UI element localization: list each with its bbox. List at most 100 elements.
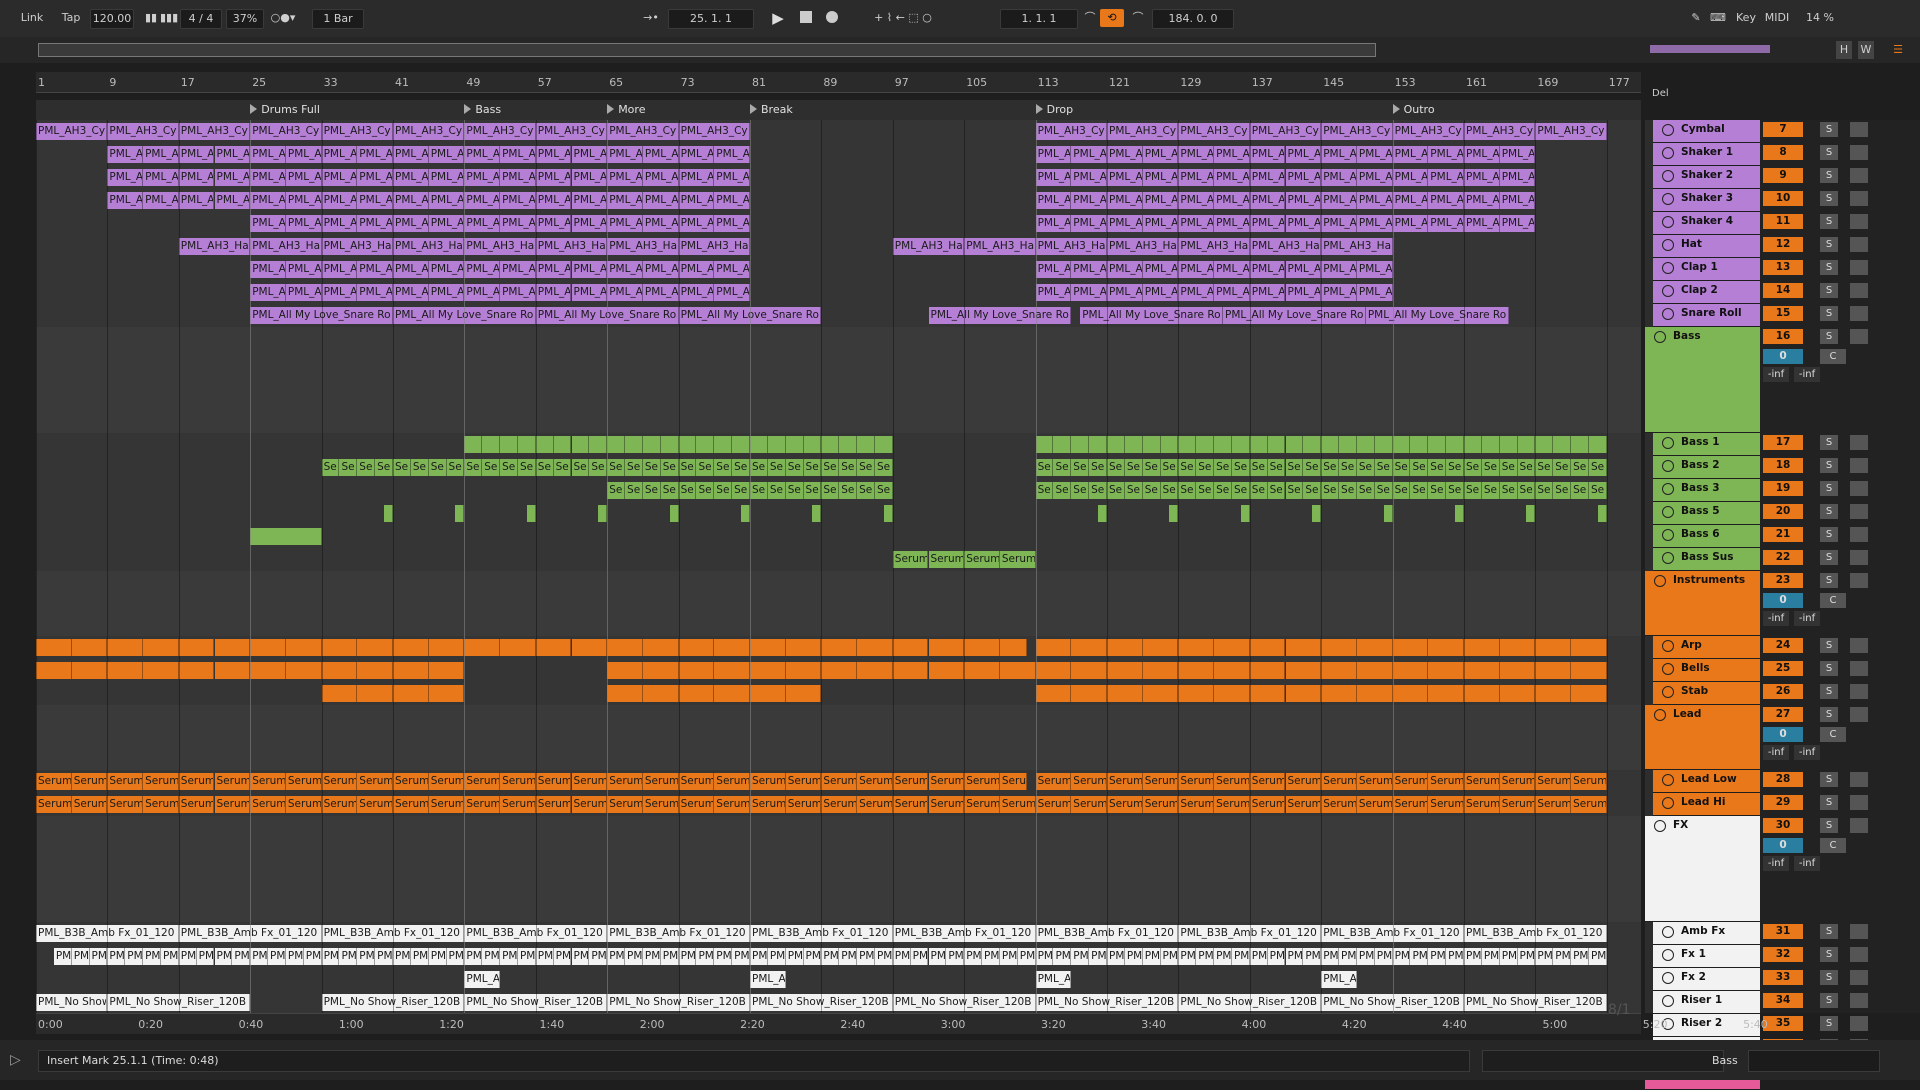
record-button[interactable] bbox=[822, 9, 842, 27]
clip[interactable]: PML_A bbox=[1285, 146, 1322, 163]
clip[interactable]: PML_AH3_Cy bbox=[464, 123, 536, 140]
clip[interactable]: PML_A bbox=[500, 169, 536, 186]
clip[interactable]: Se bbox=[1446, 459, 1464, 476]
clip[interactable]: Se bbox=[321, 459, 340, 476]
clip[interactable]: Serum bbox=[464, 773, 501, 790]
track-activator-icon[interactable] bbox=[1662, 124, 1674, 136]
clip[interactable]: PML_A bbox=[143, 169, 179, 186]
clip[interactable]: PM bbox=[107, 948, 126, 965]
clip[interactable]: PML_A bbox=[535, 261, 572, 278]
clip[interactable]: PM bbox=[1160, 948, 1179, 965]
clip[interactable] bbox=[785, 639, 822, 656]
clip[interactable]: PML_A bbox=[1107, 146, 1143, 163]
clip[interactable]: PML_AH3_Ha bbox=[321, 238, 393, 255]
clip[interactable]: Se bbox=[1178, 482, 1197, 499]
clip[interactable]: PML_A bbox=[678, 261, 715, 278]
clip[interactable]: PML_AH3_Cy bbox=[178, 123, 251, 140]
arm-button[interactable] bbox=[1850, 237, 1868, 252]
volume-field[interactable]: 0 bbox=[1763, 593, 1803, 608]
clip[interactable]: Se bbox=[732, 482, 750, 499]
record-mode-icon[interactable]: ○●▾ bbox=[268, 9, 298, 27]
clip[interactable]: PML_AH3_Cy bbox=[1178, 123, 1250, 140]
clip[interactable] bbox=[1303, 436, 1322, 453]
arm-button[interactable] bbox=[1850, 993, 1868, 1008]
clip[interactable]: Serum bbox=[1392, 796, 1429, 813]
clip[interactable]: PM bbox=[982, 948, 1000, 965]
track-number[interactable]: 14 bbox=[1763, 283, 1803, 298]
clip[interactable]: PML_A bbox=[714, 192, 750, 209]
clip[interactable]: Se bbox=[767, 482, 786, 499]
track-number[interactable]: 18 bbox=[1763, 458, 1803, 473]
clip[interactable]: Se bbox=[821, 459, 840, 476]
clip[interactable]: PM bbox=[874, 948, 893, 965]
clip[interactable]: PM bbox=[410, 948, 429, 965]
clip[interactable] bbox=[821, 662, 858, 679]
clip[interactable]: Serum bbox=[1142, 796, 1179, 813]
clip[interactable] bbox=[1035, 662, 1072, 679]
clip[interactable]: PML_A bbox=[1285, 169, 1322, 186]
clip[interactable]: PML_A bbox=[1356, 261, 1393, 278]
clip[interactable] bbox=[892, 662, 929, 679]
clip[interactable]: PM bbox=[589, 948, 608, 965]
clip[interactable]: Serum bbox=[214, 773, 251, 790]
clip[interactable] bbox=[482, 436, 501, 453]
track-header[interactable]: Bass 1 bbox=[1653, 433, 1760, 456]
clip[interactable]: Se bbox=[1535, 482, 1554, 499]
clip[interactable]: PML_A bbox=[285, 215, 322, 232]
clip[interactable]: PML_A bbox=[285, 284, 322, 301]
clip[interactable]: PML_A bbox=[214, 192, 251, 209]
clip[interactable]: Se bbox=[1464, 459, 1482, 476]
clip[interactable]: PML_A bbox=[321, 146, 358, 163]
clip[interactable] bbox=[1571, 436, 1589, 453]
clip[interactable]: Se bbox=[607, 459, 626, 476]
clip[interactable] bbox=[1107, 685, 1143, 702]
clip[interactable] bbox=[1160, 436, 1179, 453]
clip[interactable]: PM bbox=[1303, 948, 1322, 965]
clip[interactable]: PML_A bbox=[1499, 169, 1536, 186]
clip[interactable] bbox=[428, 685, 465, 702]
clip[interactable]: PML_A bbox=[678, 215, 715, 232]
clip[interactable]: PML_AH3_Cy bbox=[1321, 123, 1393, 140]
arm-button[interactable] bbox=[1850, 947, 1868, 962]
metronome-icon[interactable]: ▮▮ bbox=[142, 9, 160, 27]
clip[interactable] bbox=[1285, 639, 1322, 656]
clip[interactable]: Se bbox=[1339, 459, 1357, 476]
clip[interactable] bbox=[1383, 505, 1393, 522]
clip[interactable]: Se bbox=[660, 459, 679, 476]
clip[interactable]: PM bbox=[339, 948, 358, 965]
track-name[interactable]: Lead Low bbox=[1681, 773, 1737, 785]
clip[interactable]: Se bbox=[428, 459, 447, 476]
tempo-field[interactable]: 120.00 bbox=[90, 9, 134, 29]
clip[interactable]: Se bbox=[857, 459, 875, 476]
track-name[interactable]: Bass 6 bbox=[1681, 528, 1720, 540]
clip[interactable]: PML_AH3_Cy bbox=[535, 123, 608, 140]
track-activator-icon[interactable] bbox=[1662, 483, 1674, 495]
clip[interactable]: Se bbox=[1499, 459, 1518, 476]
clip[interactable]: PM bbox=[1017, 948, 1036, 965]
track-header[interactable]: Shaker 4 bbox=[1653, 212, 1760, 235]
stop-button[interactable] bbox=[796, 9, 816, 27]
clip[interactable]: PML_A bbox=[1428, 215, 1464, 232]
track-number[interactable]: 10 bbox=[1763, 191, 1803, 206]
arm-button[interactable] bbox=[1850, 573, 1868, 588]
clip[interactable]: Serum bbox=[1285, 796, 1322, 813]
solo-button[interactable]: S bbox=[1820, 924, 1838, 939]
clip[interactable]: PM bbox=[732, 948, 750, 965]
track-header[interactable]: Bass Sus bbox=[1653, 548, 1760, 571]
clip[interactable]: PML_A bbox=[642, 192, 679, 209]
clip[interactable]: Se bbox=[1499, 482, 1518, 499]
clip[interactable]: Serum bbox=[36, 773, 72, 790]
track-name[interactable]: Snare Roll bbox=[1681, 307, 1742, 319]
arm-button[interactable] bbox=[1850, 214, 1868, 229]
clip[interactable]: Se bbox=[1374, 482, 1393, 499]
clip[interactable]: Serum bbox=[999, 773, 1027, 790]
clip[interactable]: PML_A bbox=[285, 169, 322, 186]
clip[interactable] bbox=[857, 639, 893, 656]
solo-button[interactable]: S bbox=[1820, 168, 1838, 183]
track-name[interactable]: Cymbal bbox=[1681, 123, 1725, 135]
clip[interactable] bbox=[1071, 662, 1107, 679]
clip[interactable] bbox=[928, 639, 965, 656]
track-name[interactable]: Shaker 3 bbox=[1681, 192, 1733, 204]
track-number[interactable]: 31 bbox=[1763, 924, 1803, 939]
clip[interactable]: PML_A bbox=[1499, 215, 1536, 232]
